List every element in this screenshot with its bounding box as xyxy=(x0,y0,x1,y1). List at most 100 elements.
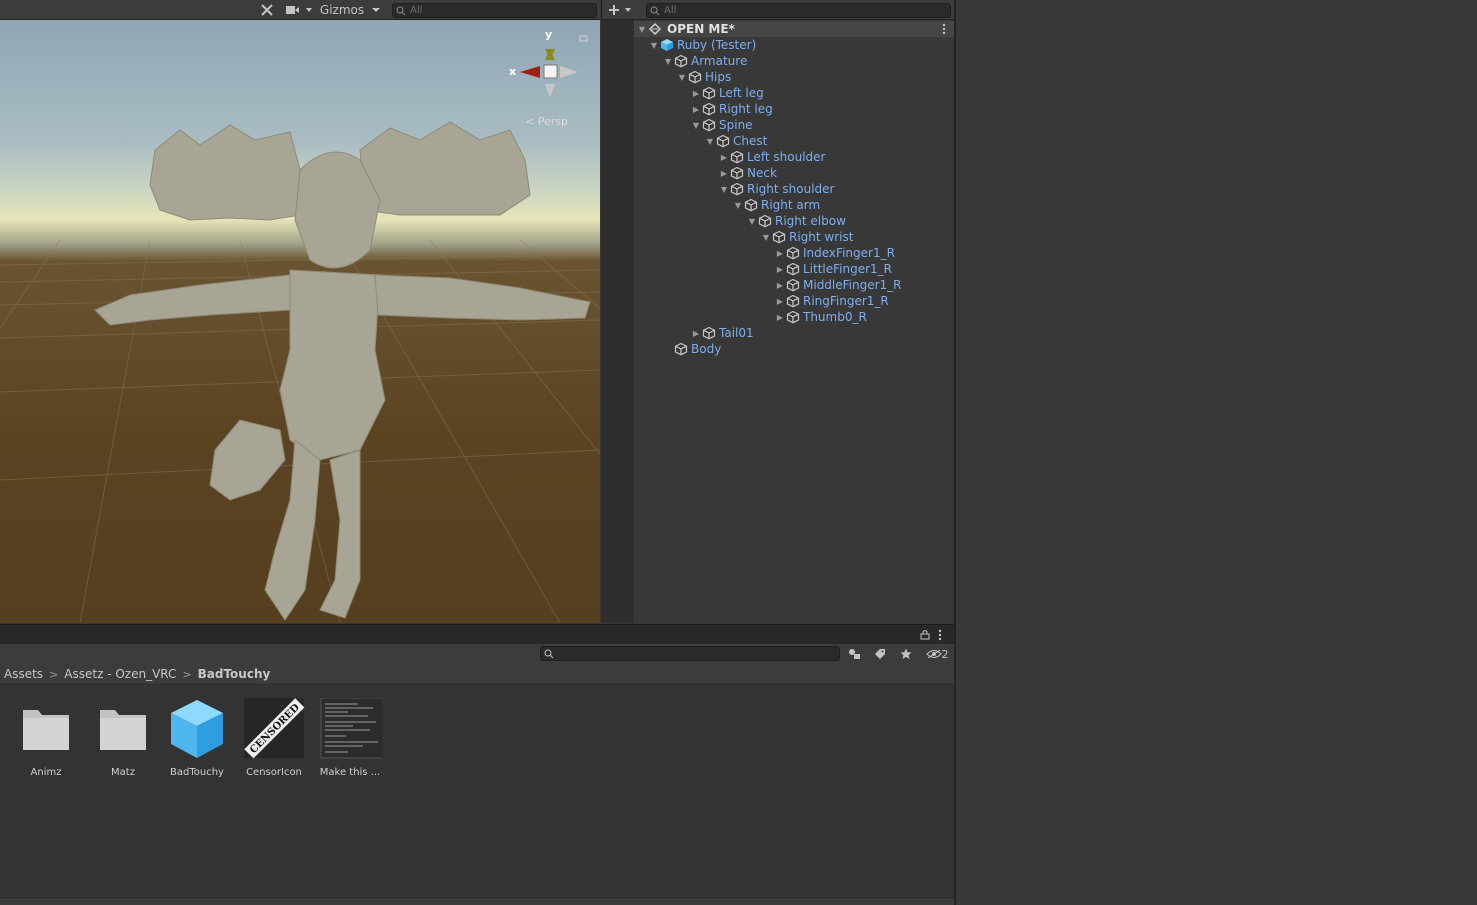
hierarchy-item[interactable]: ▶ Left shoulder xyxy=(718,149,826,165)
hierarchy-item[interactable]: ▶ RingFinger1_R xyxy=(774,293,889,309)
scene-search-input[interactable]: All xyxy=(392,3,597,18)
gizmos-dropdown-arrow[interactable] xyxy=(368,1,384,19)
gameobject-cube-icon xyxy=(786,294,800,308)
expand-arrow-right-icon[interactable]: ▶ xyxy=(690,89,702,98)
expand-arrow-right-icon[interactable]: ▶ xyxy=(774,281,786,290)
expand-arrow-down-icon[interactable]: ▼ xyxy=(746,217,758,226)
asset-badtouchy-prefab[interactable]: BadTouchy xyxy=(163,698,231,778)
hierarchy-item[interactable]: ▶ LittleFinger1_R xyxy=(774,261,892,277)
hierarchy-item[interactable]: ▼ Chest xyxy=(704,133,767,149)
filter-by-type-icon[interactable] xyxy=(845,645,865,663)
gameobject-cube-icon xyxy=(702,86,716,100)
scene-render xyxy=(0,35,600,623)
hierarchy-item[interactable]: ▼ Spine xyxy=(690,117,753,133)
hierarchy-item-label: Armature xyxy=(691,54,748,68)
expand-arrow-down-icon[interactable]: ▼ xyxy=(704,137,716,146)
hierarchy-item[interactable]: ▶ Neck xyxy=(718,165,777,181)
hierarchy-item-label: IndexFinger1_R xyxy=(803,246,895,260)
project-footer xyxy=(0,897,954,905)
asset-make-this[interactable]: Make this ... xyxy=(316,697,384,778)
hierarchy-item[interactable]: ▶ Right leg xyxy=(690,101,773,117)
hierarchy-item[interactable]: ▶ Tail01 xyxy=(690,325,754,341)
expand-arrow-right-icon[interactable]: ▶ xyxy=(774,265,786,274)
hierarchy-item-label: Right wrist xyxy=(789,230,854,244)
project-header xyxy=(0,624,954,644)
gameobject-cube-icon xyxy=(702,326,716,340)
persp-label[interactable]: < Persp xyxy=(525,115,568,128)
asset-matz[interactable]: Matz xyxy=(89,698,157,778)
gizmo-y-label: y xyxy=(545,28,553,41)
hierarchy-toolbar: All xyxy=(601,0,954,20)
expand-arrow-right-icon[interactable]: ▶ xyxy=(718,153,730,162)
hierarchy-search-input[interactable]: All xyxy=(646,3,951,18)
breadcrumb-chevron-icon: > xyxy=(49,667,59,681)
hidden-packages-toggle[interactable]: 2 xyxy=(922,645,952,663)
asset-label: BadTouchy xyxy=(170,767,224,778)
lock-icon[interactable] xyxy=(920,629,930,643)
breadcrumb-assets[interactable]: Assets xyxy=(4,667,43,681)
hierarchy-tree: ▼ Ruby (Tester) ▼ Armature ▼ Hips ▶ Left leg ▶ Ri… xyxy=(634,37,954,377)
asset-animz[interactable]: Animz xyxy=(12,698,80,778)
expand-arrow-down-icon[interactable]: ▼ xyxy=(662,57,674,66)
gameobject-cube-icon xyxy=(786,310,800,324)
hierarchy-item[interactable]: ▼ Right elbow xyxy=(746,213,846,229)
expand-arrow-right-icon[interactable]: ▶ xyxy=(774,297,786,306)
gizmos-button[interactable]: Gizmos xyxy=(318,1,366,19)
hierarchy-item[interactable]: ▼ Hips xyxy=(676,69,731,85)
expand-arrow-down-icon[interactable]: ▼ xyxy=(732,201,744,210)
expand-arrow-down-icon[interactable]: ▼ xyxy=(690,121,702,130)
gameobject-cube-icon xyxy=(674,54,688,68)
project-menu-icon[interactable] xyxy=(938,629,942,644)
add-object-button[interactable] xyxy=(608,1,634,19)
expand-arrow-down-icon[interactable]: ▼ xyxy=(676,73,688,82)
hierarchy-item[interactable]: ▼ Right arm xyxy=(732,197,820,213)
hierarchy-item-label: Tail01 xyxy=(719,326,754,340)
prefab-cube-icon xyxy=(661,39,673,51)
collapse-arrow-icon[interactable]: ▼ xyxy=(636,25,648,34)
hierarchy-item[interactable]: ▶ Left leg xyxy=(690,85,764,101)
hierarchy-item[interactable]: Body xyxy=(662,341,721,357)
favorite-star-icon[interactable] xyxy=(896,645,916,663)
breadcrumb: Assets > Assetz - Ozen_VRC > BadTouchy xyxy=(0,664,954,685)
expand-arrow-right-icon[interactable]: ▶ xyxy=(774,249,786,258)
prefab-cube-icon xyxy=(171,700,223,758)
breadcrumb-badtouchy[interactable]: BadTouchy xyxy=(198,667,271,681)
hierarchy-item[interactable]: ▼ Right shoulder xyxy=(718,181,835,197)
hierarchy-item-label: Hips xyxy=(705,70,732,84)
hierarchy-gutter xyxy=(601,20,634,623)
hierarchy-item[interactable]: ▼ Armature xyxy=(662,53,747,69)
expand-arrow-right-icon[interactable]: ▶ xyxy=(690,329,702,338)
project-search-input[interactable] xyxy=(540,646,840,661)
asset-label: Make this ... xyxy=(319,767,381,778)
expand-arrow-down-icon[interactable]: ▼ xyxy=(648,41,660,50)
scene-header-row[interactable]: ▼ OPEN ME* xyxy=(634,21,954,37)
search-icon xyxy=(396,6,406,15)
hierarchy-item[interactable]: ▶ Thumb0_R xyxy=(774,309,867,325)
hierarchy-item-label: Body xyxy=(691,342,722,356)
expand-arrow-right-icon[interactable]: ▶ xyxy=(774,313,786,322)
hierarchy-item[interactable]: ▶ IndexFinger1_R xyxy=(774,245,895,261)
tools-icon[interactable] xyxy=(256,1,278,19)
gameobject-cube-icon xyxy=(786,278,800,292)
expand-arrow-down-icon[interactable]: ▼ xyxy=(718,185,730,194)
asset-label: Matz xyxy=(111,767,135,778)
hierarchy-item-label: Right elbow xyxy=(775,214,846,228)
hierarchy-item-label: Left leg xyxy=(719,86,764,100)
camera-dropdown[interactable] xyxy=(282,1,316,19)
hierarchy-item-label: Right leg xyxy=(719,102,773,116)
hierarchy-item-label: LittleFinger1_R xyxy=(803,262,893,276)
asset-censoricon[interactable]: CENSORED CensorIcon xyxy=(240,698,308,778)
hierarchy-item[interactable]: ▶ MiddleFinger1_R xyxy=(774,277,902,293)
kebab-menu-icon[interactable] xyxy=(942,23,946,35)
hierarchy-item[interactable]: ▼ Right wrist xyxy=(760,229,854,245)
project-toolbar: 2 xyxy=(0,644,954,664)
hierarchy-item-label: Right shoulder xyxy=(747,182,835,196)
expand-arrow-right-icon[interactable]: ▶ xyxy=(690,105,702,114)
hierarchy-item[interactable]: ▼ Ruby (Tester) xyxy=(648,37,756,53)
filter-by-label-icon[interactable] xyxy=(870,645,890,663)
expand-arrow-right-icon[interactable]: ▶ xyxy=(718,169,730,178)
gameobject-cube-icon xyxy=(688,70,702,84)
breadcrumb-assetz-ozen[interactable]: Assetz - Ozen_VRC xyxy=(64,667,176,681)
expand-arrow-down-icon[interactable]: ▼ xyxy=(760,233,772,242)
scene-viewport[interactable]: y x < Persp xyxy=(0,20,600,623)
